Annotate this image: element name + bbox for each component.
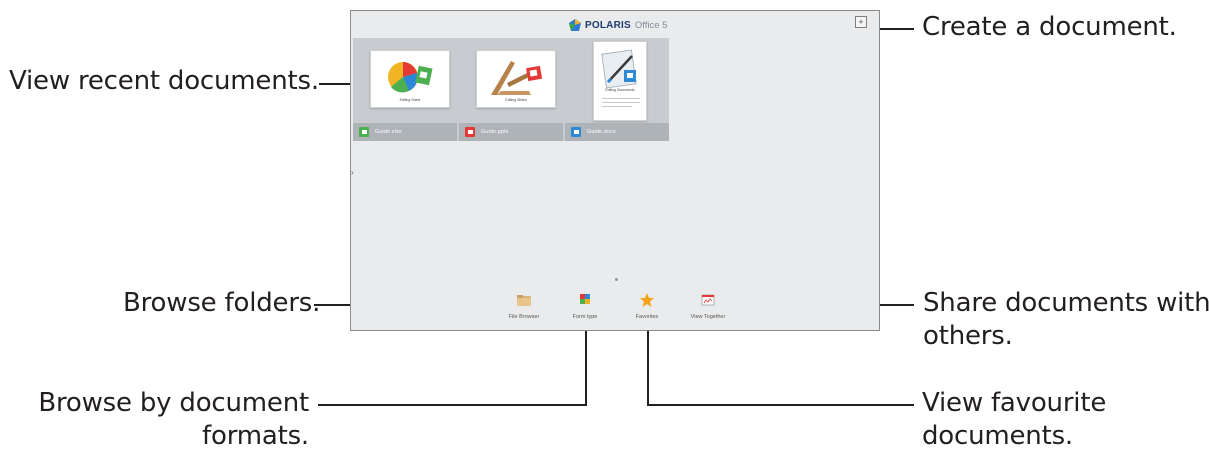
docx-file-icon [571, 127, 581, 137]
callout-share-line1: Share documents with [923, 288, 1209, 318]
page-indicator [615, 278, 618, 281]
form-type-icon [580, 294, 590, 304]
favorites-label: Favorites [635, 314, 659, 320]
leader-favourite-horizontal [647, 404, 914, 406]
xlsx-file-icon [359, 127, 369, 137]
form-type-button[interactable]: Form type [555, 292, 615, 326]
brand-name: POLARIS [585, 19, 631, 31]
plus-square-icon: + [858, 16, 864, 27]
document-thumbnail: Editing Sheet [370, 50, 450, 108]
document-thumbnail-icon [601, 49, 640, 107]
polaris-logo-icon [569, 19, 581, 31]
document-name: Guide.xlsx [375, 129, 402, 135]
document-thumbnail: Editing Slides [476, 50, 556, 108]
document-name: Guide.pptx [481, 129, 509, 135]
document-name: Guide.docx [587, 129, 616, 135]
callout-browse-folders: Browse folders. [123, 288, 321, 318]
view-together-icon [701, 294, 715, 306]
callout-favourite-line1: View favourite [922, 388, 1107, 418]
callout-create-document: Create a document. [922, 12, 1177, 42]
recent-documents-strip: Editing Sheet Guide.xlsx Editing Slides [353, 38, 669, 141]
leader-favourite-vertical [647, 320, 649, 406]
callout-favourite-line2: documents. [922, 421, 1073, 450]
pptx-file-icon [465, 127, 475, 137]
thumbnail-caption: Editing Sheet [399, 98, 421, 102]
document-footer: Guide.docx [565, 123, 669, 141]
create-document-button[interactable]: + [855, 16, 867, 28]
leader-create-document [874, 28, 914, 30]
polaris-office-screen: POLARIS Office 5 + Editing Sheet Guide.x… [350, 10, 880, 331]
document-thumbnail: Editing Documents [593, 41, 647, 121]
folder-icon [517, 295, 531, 306]
thumbnail-caption: Editing Slides [505, 98, 527, 102]
leader-formats-horizontal [318, 404, 587, 406]
view-together-label: View Together [690, 314, 726, 320]
app-brand: POLARIS Office 5 [569, 16, 667, 34]
callout-formats-line2: formats. [202, 421, 309, 450]
callout-view-recent: View recent documents. [9, 66, 319, 96]
brand-version: Office 5 [634, 19, 668, 31]
document-footer: Guide.pptx [459, 123, 563, 141]
leader-formats-vertical [585, 320, 587, 406]
form-type-label: Form type [572, 314, 598, 320]
callout-share-line2: others. [923, 321, 1013, 351]
file-browser-label: File Browser [508, 314, 540, 320]
callout-formats-line1: Browse by document [38, 388, 309, 418]
star-icon [640, 293, 654, 307]
recent-document-xlsx[interactable]: Editing Sheet Guide.xlsx [353, 38, 457, 141]
app-topbar: POLARIS Office 5 + [351, 11, 879, 39]
favorites-button[interactable]: Favorites [617, 292, 677, 326]
document-footer: Guide.xlsx [353, 123, 457, 141]
side-panel-handle[interactable]: › [351, 166, 354, 180]
recent-document-pptx[interactable]: Editing Slides Guide.pptx [459, 38, 563, 141]
thumbnail-caption: Editing Documents [605, 88, 635, 92]
file-browser-button[interactable]: File Browser [494, 292, 554, 326]
recent-document-docx[interactable]: Editing Documents Guide.docx [565, 38, 669, 141]
view-together-button[interactable]: View Together [678, 292, 738, 326]
